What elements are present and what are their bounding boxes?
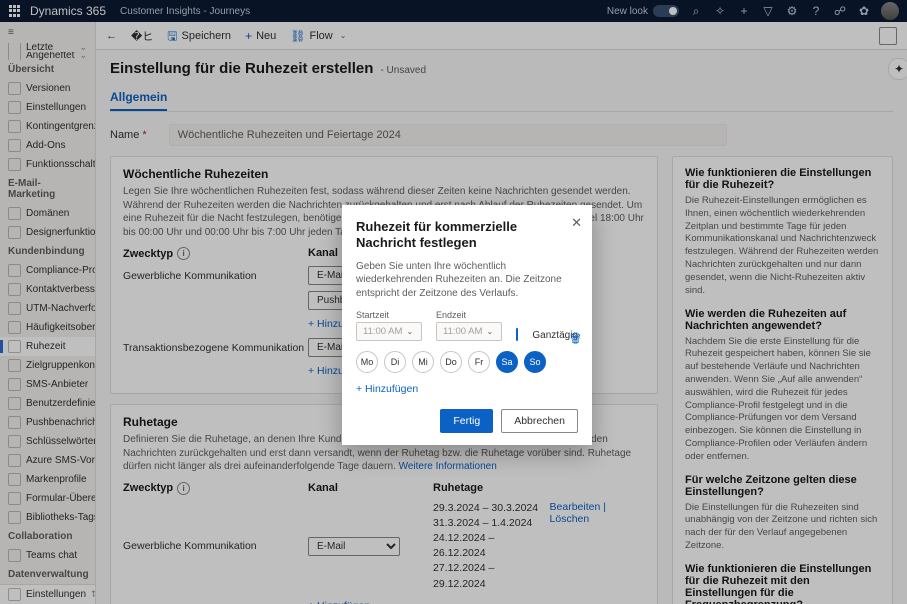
end-time-select[interactable]: 11:00 AM⌄ xyxy=(436,322,502,341)
day-toggle[interactable]: Do xyxy=(440,351,462,373)
day-toggle[interactable]: So xyxy=(524,351,546,373)
dialog-desc: Geben Sie unten Ihre wöchentlich wiederk… xyxy=(356,260,578,301)
done-button[interactable]: Fertig xyxy=(440,409,493,433)
day-toggle[interactable]: Sa xyxy=(496,351,518,373)
all-day-toggle[interactable] xyxy=(516,328,518,341)
start-time-select[interactable]: 11:00 AM⌄ xyxy=(356,322,422,341)
day-toggle[interactable]: Fr xyxy=(468,351,490,373)
start-time-label: Startzeit xyxy=(356,310,422,320)
day-picker: Mo Di Mi Do Fr Sa So xyxy=(356,351,578,373)
cancel-button[interactable]: Abbrechen xyxy=(501,409,578,433)
chevron-down-icon: ⌄ xyxy=(406,327,413,336)
delete-icon[interactable]: 🗑 xyxy=(569,334,582,345)
day-toggle[interactable]: Mi xyxy=(412,351,434,373)
day-toggle[interactable]: Di xyxy=(384,351,406,373)
quiet-time-dialog: ✕ Ruhezeit für kommerzielle Nachricht fe… xyxy=(342,205,592,445)
dialog-title: Ruhezeit für kommerzielle Nachricht fest… xyxy=(356,219,536,252)
day-toggle[interactable]: Mo xyxy=(356,351,378,373)
end-time-label: Endzeit xyxy=(436,310,502,320)
close-icon[interactable]: ✕ xyxy=(571,215,582,231)
chevron-down-icon: ⌄ xyxy=(486,327,493,336)
add-time-range-link[interactable]: + Hinzufügen xyxy=(356,383,418,395)
